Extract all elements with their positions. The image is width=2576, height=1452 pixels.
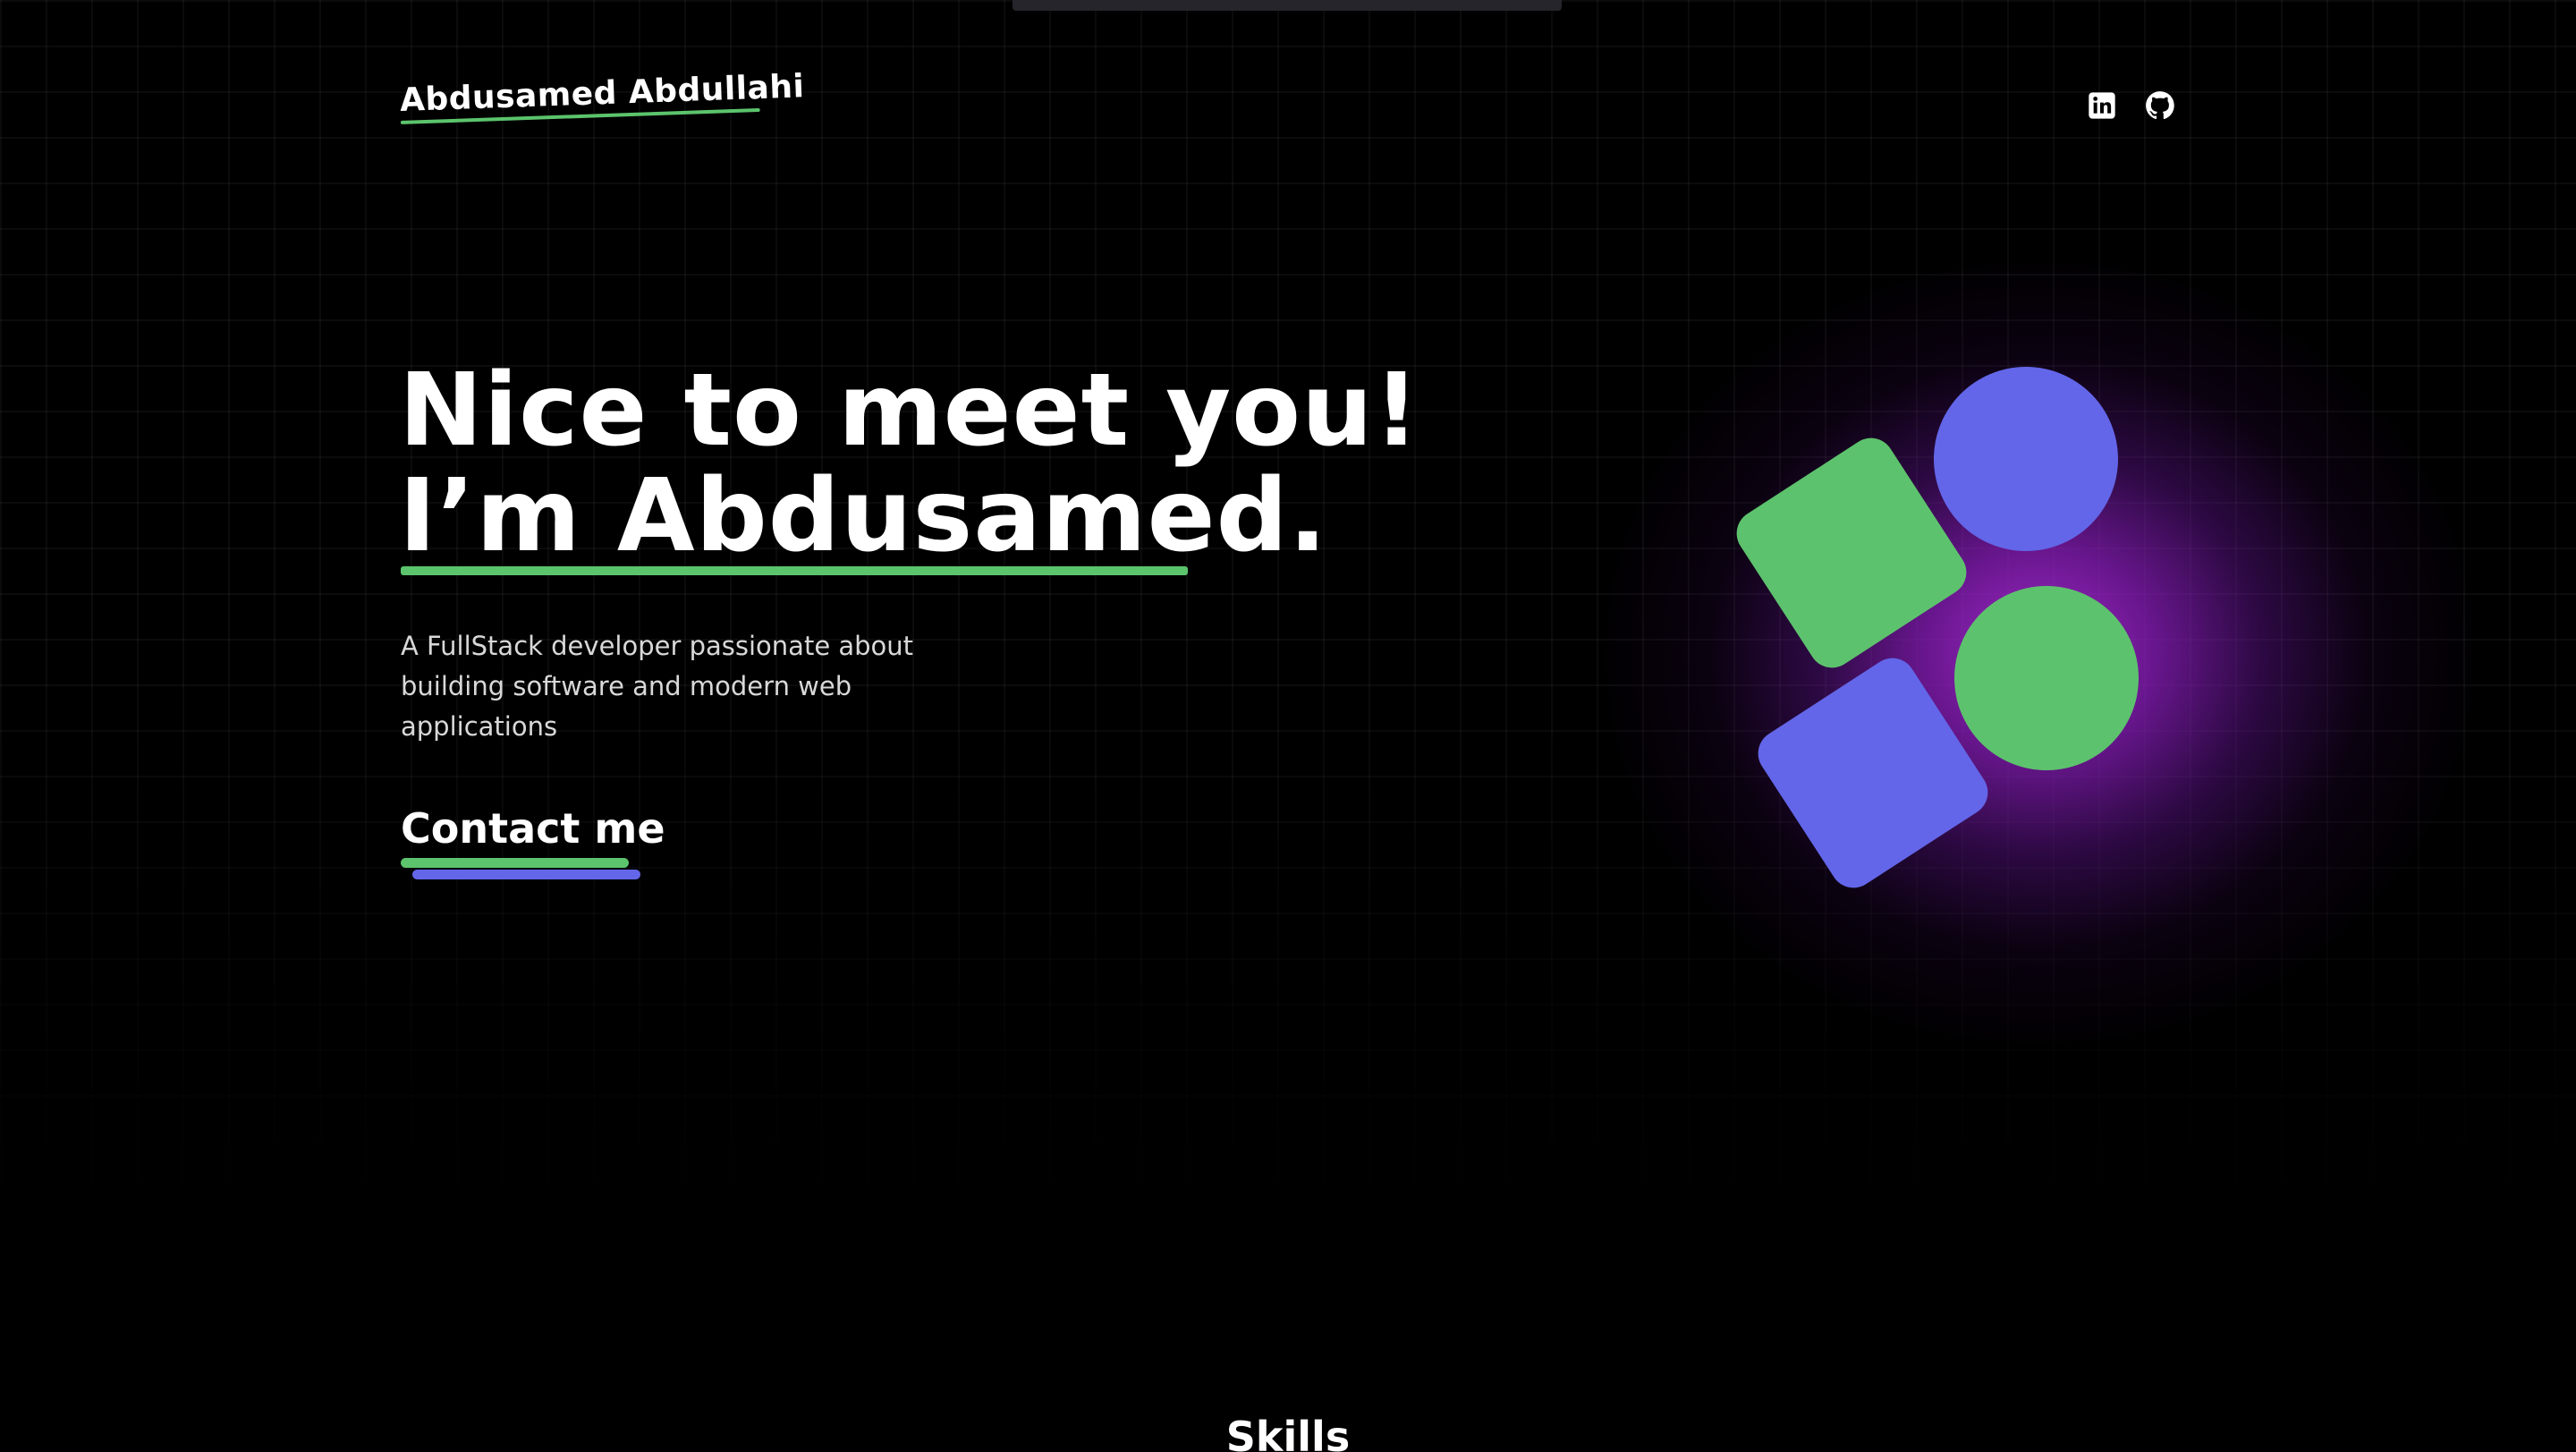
github-icon [2146,91,2174,120]
portfolio-page: Abdusamed Abdullahi Nice to meet you! I’… [0,0,2576,1452]
hero-title: Nice to meet you! I’m Abdusamed. [399,358,1420,569]
skills-section-title: Skills [1225,1413,1351,1452]
contact-me-label: Contact me [401,804,665,853]
blue-circle [1934,367,2118,551]
contact-underline-blue [412,870,640,879]
hero-title-line-2: I’m Abdusamed. [399,458,1328,574]
linkedin-icon [2089,92,2115,119]
contact-underline-green [401,858,629,868]
linkedin-link[interactable] [2086,89,2118,122]
github-link[interactable] [2144,89,2176,122]
green-circle [1954,586,2139,770]
hero-title-underline [401,566,1188,575]
contact-me-link[interactable]: Contact me [401,803,665,879]
hero-title-line-1: Nice to meet you! [399,352,1420,469]
hero-description: A FullStack developer passionate about b… [401,631,914,742]
top-edge-bar [1013,0,1562,11]
